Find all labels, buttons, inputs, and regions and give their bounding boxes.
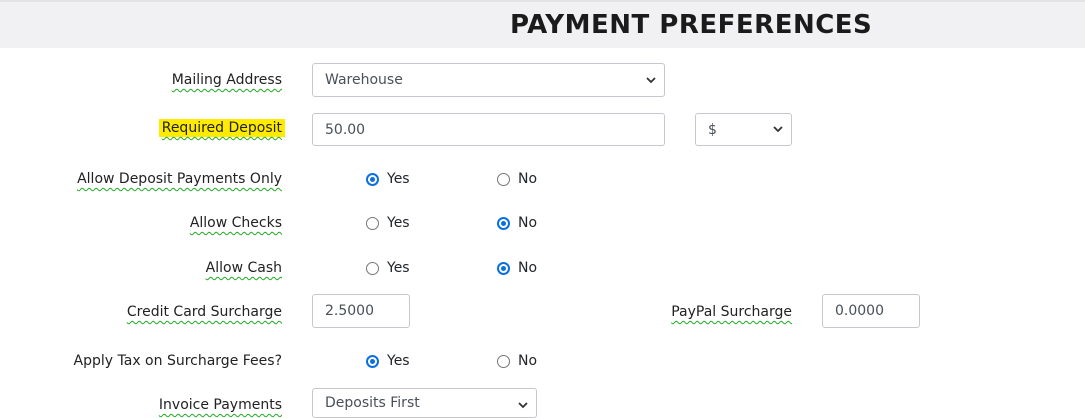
page-header: PAYMENT PREFERENCES [0,0,1085,48]
page-title: PAYMENT PREFERENCES [510,10,873,40]
invoice-payments-value: Deposits First [325,395,420,411]
radio-checked-icon [366,172,379,186]
deposit-unit-value: $ [708,121,717,138]
chevron-down-icon [644,73,658,87]
radio-label: No [518,215,538,231]
credit-card-surcharge-label: Credit Card Surcharge [126,304,282,320]
paypal-surcharge-label: PayPal Surcharge [671,304,792,320]
allow-checks-no-radio[interactable]: No [497,215,537,231]
allow-cash-yes-radio[interactable]: Yes [366,260,410,276]
apply-tax-surcharge-no-radio[interactable]: No [497,353,537,369]
allow-cash-label: Allow Cash [205,260,282,276]
allow-deposit-only-yes-radio[interactable]: Yes [366,171,410,187]
deposit-unit-select[interactable]: $ [695,113,792,146]
apply-tax-surcharge-yes-radio[interactable]: Yes [366,353,410,369]
radio-checked-icon [366,354,379,368]
credit-card-surcharge-value: 2.5000 [325,303,374,319]
radio-unchecked-icon [497,172,510,186]
radio-label: Yes [387,260,410,276]
radio-unchecked-icon [497,354,510,368]
radio-checked-icon [497,261,510,275]
radio-checked-icon [497,216,510,230]
allow-cash-no-radio[interactable]: No [497,260,537,276]
mailing-address-label: Mailing Address [171,72,282,88]
credit-card-surcharge-input[interactable]: 2.5000 [312,294,410,328]
paypal-surcharge-input[interactable]: 0.0000 [822,294,920,328]
allow-checks-yes-radio[interactable]: Yes [366,215,410,231]
radio-unchecked-icon [366,261,379,275]
required-deposit-label: Required Deposit [158,119,285,137]
radio-label: Yes [387,353,410,369]
radio-unchecked-icon [366,216,379,230]
radio-label: No [518,353,538,369]
radio-label: No [518,260,538,276]
required-deposit-value: 50.00 [325,121,366,138]
invoice-payments-label: Invoice Payments [158,397,282,413]
radio-label: Yes [387,171,410,187]
apply-tax-surcharge-label: Apply Tax on Surcharge Fees? [73,353,282,369]
allow-checks-label: Allow Checks [189,215,282,231]
chevron-down-icon [771,123,785,137]
mailing-address-value: Warehouse [325,72,403,88]
radio-label: No [518,171,538,187]
allow-deposit-only-label: Allow Deposit Payments Only [77,171,282,187]
paypal-surcharge-value: 0.0000 [835,303,884,319]
chevron-down-icon [516,398,530,412]
required-deposit-input[interactable]: 50.00 [312,113,665,146]
allow-deposit-only-no-radio[interactable]: No [497,171,537,187]
invoice-payments-select[interactable]: Deposits First [312,388,537,418]
mailing-address-select[interactable]: Warehouse [312,63,665,97]
radio-label: Yes [387,215,410,231]
